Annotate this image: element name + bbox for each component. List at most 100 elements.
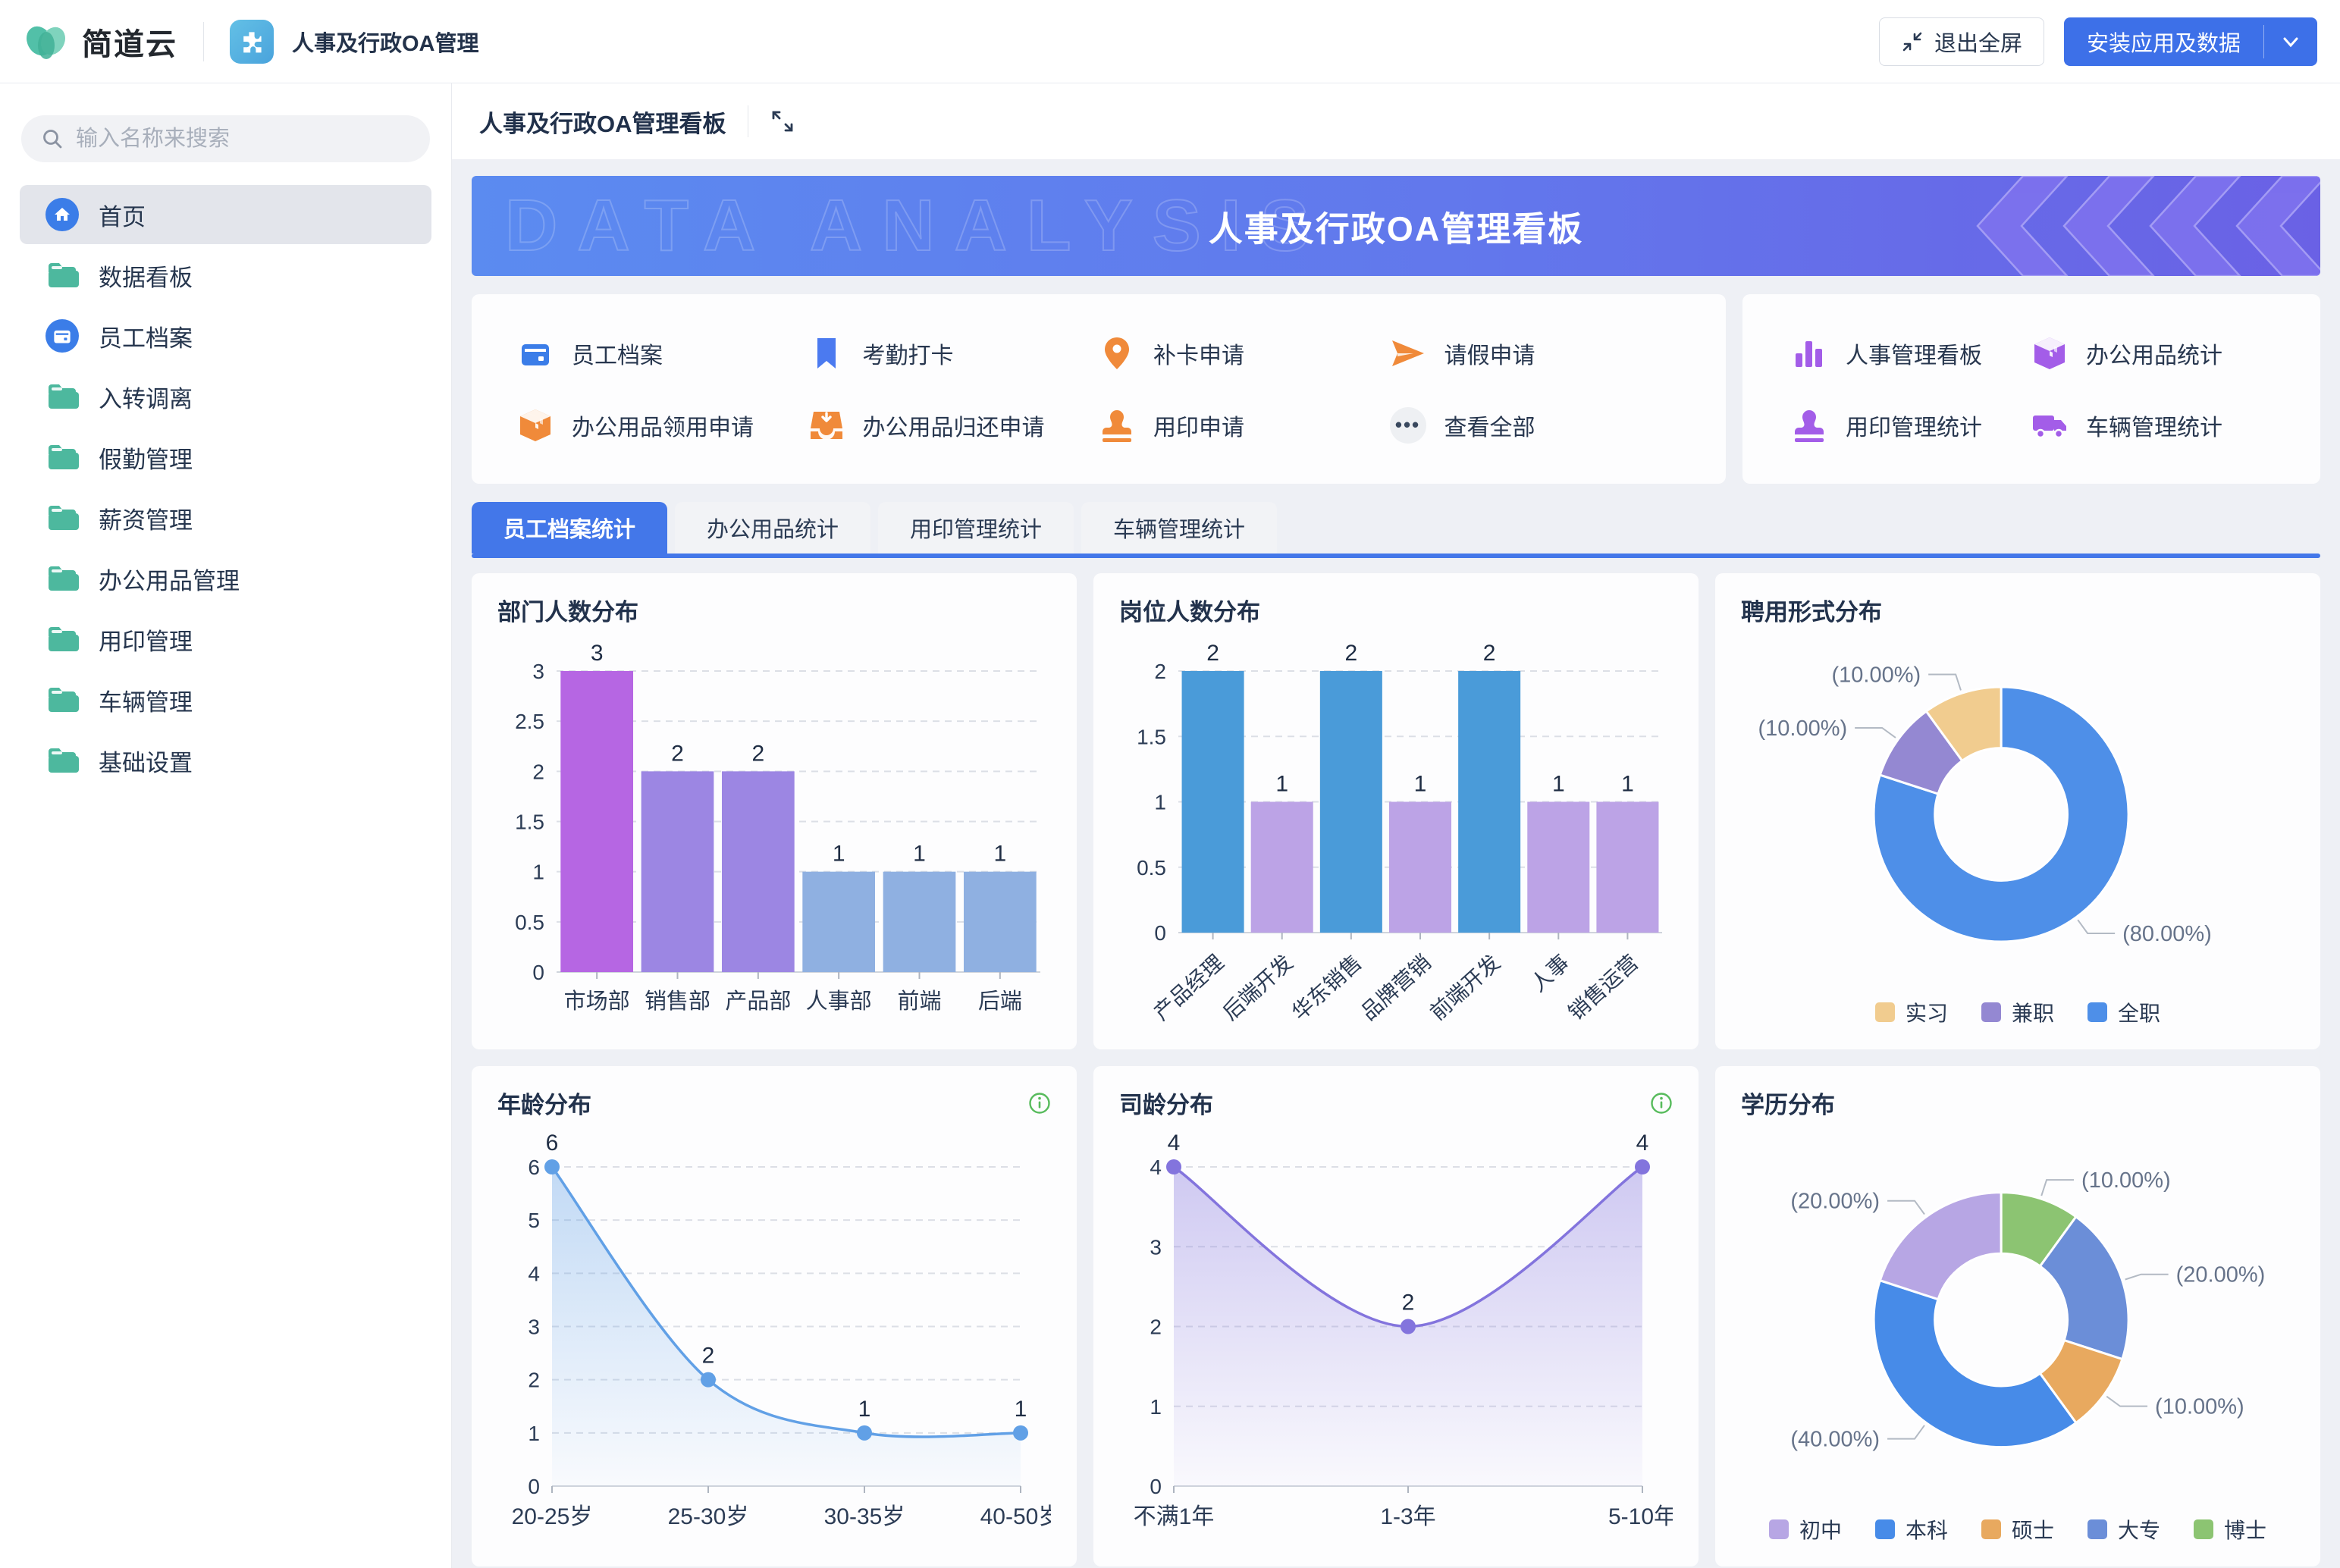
legend-item-初中[interactable]: 初中: [1769, 1514, 1842, 1544]
svg-text:前端: 前端: [897, 989, 941, 1014]
chart-title: 学历分布: [1741, 1086, 1835, 1120]
info-icon[interactable]: [1650, 1092, 1673, 1115]
legend-item-兼职[interactable]: 兼职: [1981, 997, 2054, 1027]
quick-link-7[interactable]: ••• 查看全部: [1390, 389, 1681, 461]
stat-link-0[interactable]: 人事管理看板: [1791, 317, 2031, 389]
svg-text:25-30岁: 25-30岁: [668, 1504, 749, 1529]
sidebar-item-9[interactable]: 基础设置: [20, 731, 431, 790]
tab-2[interactable]: 用印管理统计: [878, 502, 1074, 554]
legend-item-大专[interactable]: 大专: [2087, 1514, 2160, 1544]
chart-body-bar: 00.511.522产品经理1后端开发2华东销售1品牌营销2前端开发1人事1销售…: [1119, 627, 1673, 1033]
stat-link-2[interactable]: 用印管理统计: [1791, 389, 2031, 461]
chart-body-pie: (10.00%)(20.00%)(10.00%)(40.00%)(20.00%)…: [1741, 1120, 2295, 1551]
svg-text:5-10年: 5-10年: [1608, 1504, 1673, 1529]
quick-link-label: 查看全部: [1444, 409, 1535, 442]
search-input[interactable]: [76, 127, 410, 152]
app-puzzle-icon: [230, 20, 274, 64]
legend-label: 实习: [1906, 997, 1948, 1027]
fullscreen-expand-icon[interactable]: [770, 108, 795, 134]
svg-text:1: 1: [1154, 791, 1166, 814]
folder-icon: [45, 259, 79, 292]
content-header: 人事及行政OA管理看板: [452, 83, 2340, 159]
svg-text:2: 2: [1154, 660, 1166, 683]
quick-link-2[interactable]: 补卡申请: [1099, 317, 1390, 389]
sidebar-item-3[interactable]: 入转调离: [20, 367, 431, 426]
bar-销售运营: [1596, 802, 1658, 933]
svg-text:0: 0: [528, 1475, 540, 1498]
stat-link-3[interactable]: 车辆管理统计: [2031, 389, 2272, 461]
legend-item-本科[interactable]: 本科: [1875, 1514, 1948, 1544]
svg-text:0: 0: [1154, 921, 1166, 945]
svg-text:4: 4: [1168, 1131, 1181, 1156]
svg-text:2: 2: [532, 760, 544, 783]
tab-1[interactable]: 办公用品统计: [675, 502, 870, 554]
app-name: 人事及行政OA管理: [292, 26, 479, 58]
sidebar-item-2[interactable]: 员工档案: [20, 306, 431, 365]
stat-link-1[interactable]: 办公用品统计: [2031, 317, 2272, 389]
info-icon[interactable]: [1028, 1092, 1051, 1115]
home-icon: [45, 198, 79, 231]
sidebar-item-7[interactable]: 用印管理: [20, 610, 431, 669]
quick-link-1[interactable]: 考勤打卡: [808, 317, 1099, 389]
svg-text:2: 2: [671, 741, 684, 766]
chart-title: 司龄分布: [1119, 1086, 1213, 1120]
brand-logo: 简道云: [23, 18, 177, 65]
svg-text:不满1年: 不满1年: [1134, 1504, 1215, 1529]
bar-后端: [964, 872, 1037, 972]
sidebar-item-5[interactable]: 薪资管理: [20, 488, 431, 547]
svg-text:市场部: 市场部: [564, 989, 630, 1014]
chart-body-area: 012344不满1年21-3年45-10年: [1119, 1120, 1673, 1551]
svg-text:5: 5: [528, 1209, 540, 1232]
legend-item-博士[interactable]: 博士: [2194, 1514, 2266, 1544]
svg-text:0.5: 0.5: [515, 911, 544, 934]
sidebar-item-8[interactable]: 车辆管理: [20, 670, 431, 729]
svg-text:1-3年: 1-3年: [1380, 1504, 1435, 1529]
exit-fullscreen-button[interactable]: 退出全屏: [1879, 17, 2044, 66]
folder-icon: [45, 744, 79, 777]
data-point-25-30岁: [701, 1372, 716, 1388]
data-point-1-3年: [1401, 1319, 1416, 1334]
inbox-icon: [808, 407, 845, 444]
legend-item-实习[interactable]: 实习: [1875, 997, 1948, 1027]
bar-销售部: [641, 771, 714, 972]
svg-text:1: 1: [993, 842, 1006, 867]
svg-text:4: 4: [528, 1262, 540, 1285]
quick-link-0[interactable]: 员工档案: [517, 317, 808, 389]
sidebar-item-6[interactable]: 办公用品管理: [20, 549, 431, 608]
sidebar-item-1[interactable]: 数据看板: [20, 246, 431, 305]
sidebar-item-0[interactable]: 首页: [20, 185, 431, 244]
tab-3[interactable]: 车辆管理统计: [1081, 502, 1277, 554]
install-app-button[interactable]: 安装应用及数据: [2064, 17, 2317, 66]
svg-text:0: 0: [532, 961, 544, 984]
quick-link-3[interactable]: 请假申请: [1390, 317, 1681, 389]
bar-人事部: [802, 872, 875, 972]
legend-swatch: [1875, 1519, 1895, 1539]
stamp-icon: [1099, 407, 1135, 444]
data-point-40-50岁: [1013, 1425, 1028, 1441]
tab-0[interactable]: 员工档案统计: [472, 502, 667, 554]
install-app-label: 安装应用及数据: [2064, 17, 2263, 66]
folder-icon: [45, 441, 79, 474]
bar-产品部: [722, 771, 795, 972]
legend-item-硕士[interactable]: 硕士: [1981, 1514, 2054, 1544]
quick-link-6[interactable]: 用印申请: [1099, 389, 1390, 461]
dashboard-scroll-area: DATA ANALYSIS 人事及行政OA管理看板 员工档案 考勤打卡: [452, 159, 2340, 1568]
svg-text:销售部: 销售部: [645, 989, 710, 1014]
svg-text:人事: 人事: [1526, 950, 1573, 996]
svg-text:1: 1: [913, 842, 926, 867]
legend-label: 初中: [1799, 1514, 1842, 1544]
quick-link-label: 办公用品领用申请: [572, 409, 754, 442]
bar-chart-icon: [1791, 335, 1827, 372]
svg-text:1.5: 1.5: [1137, 725, 1166, 748]
svg-text:2.5: 2.5: [515, 710, 544, 733]
sidebar-item-4[interactable]: 假勤管理: [20, 428, 431, 487]
svg-text:2: 2: [1150, 1316, 1162, 1339]
svg-text:4: 4: [1150, 1156, 1162, 1179]
svg-text:1: 1: [1150, 1395, 1162, 1419]
chevron-down-icon[interactable]: [2264, 17, 2317, 66]
quick-link-4[interactable]: 办公用品领用申请: [517, 389, 808, 461]
sidebar-search[interactable]: [21, 115, 430, 162]
legend-item-全职[interactable]: 全职: [2087, 997, 2160, 1027]
quick-link-5[interactable]: 办公用品归还申请: [808, 389, 1099, 461]
bar-华东销售: [1320, 671, 1382, 933]
